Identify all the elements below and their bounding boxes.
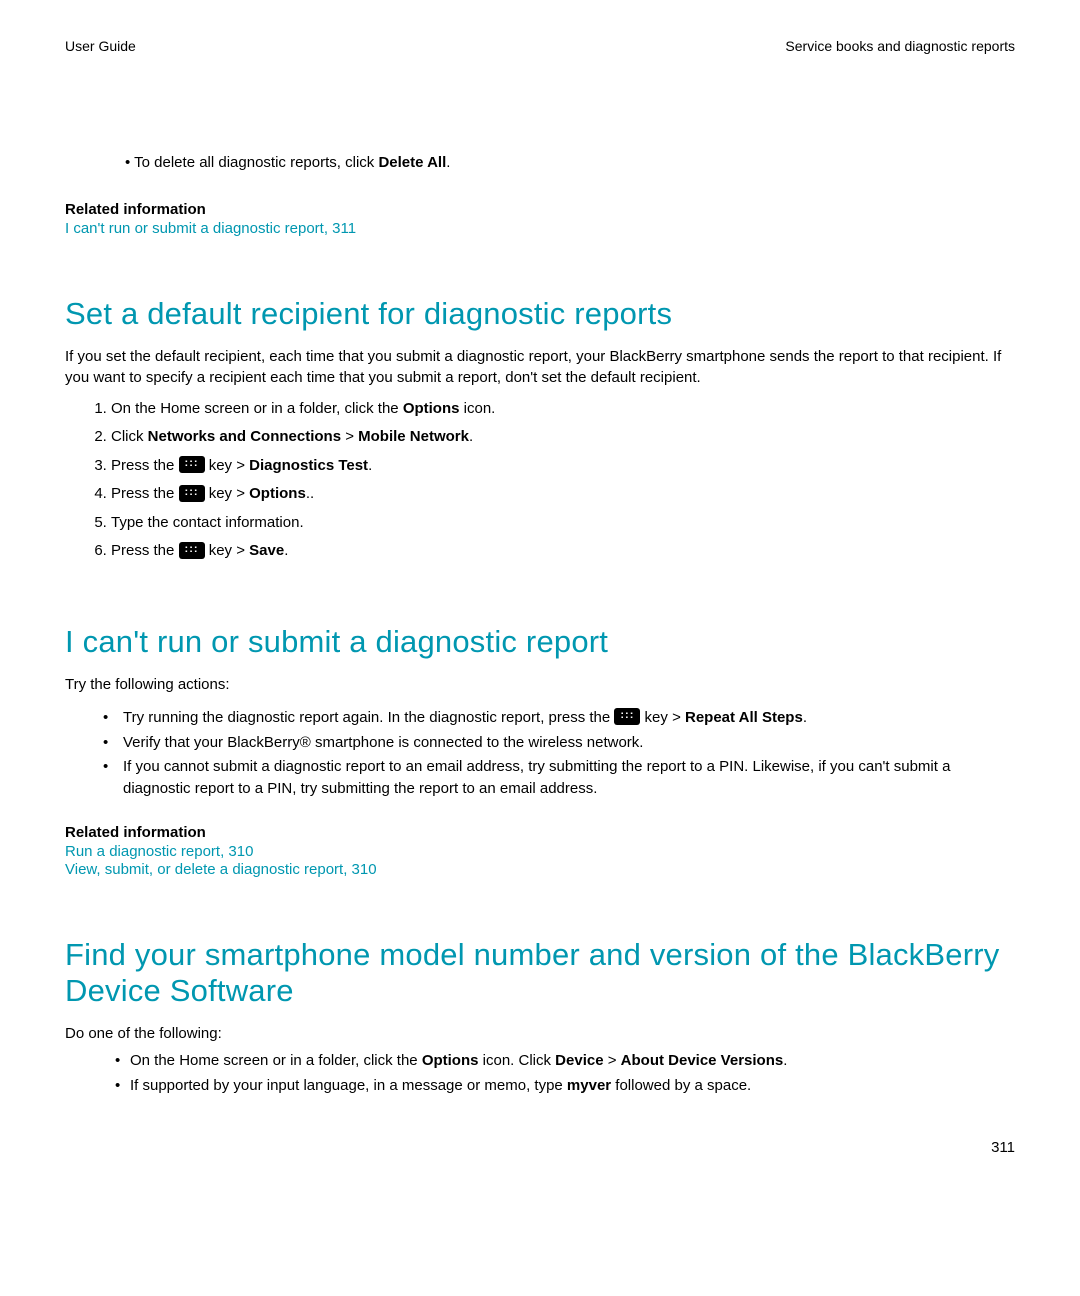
blackberry-key-icon xyxy=(179,542,205,559)
top-bullet-item: To delete all diagnostic reports, click … xyxy=(125,154,1015,171)
page-number: 311 xyxy=(991,1139,1015,1156)
step-item: Type the contact information. xyxy=(111,509,1015,538)
step-item: Press the key > Diagnostics Test. xyxy=(111,452,1015,481)
related-info-block: Related information Run a diagnostic rep… xyxy=(65,824,1015,879)
step-item: On the Home screen or in a folder, click… xyxy=(111,395,1015,424)
list-item: On the Home screen or in a folder, click… xyxy=(115,1050,1015,1072)
related-link[interactable]: Run a diagnostic report, 310 xyxy=(65,843,253,860)
list-item: Try running the diagnostic report again.… xyxy=(103,707,1015,729)
section1-steps: On the Home screen or in a folder, click… xyxy=(81,395,1015,566)
section2-intro: Try the following actions: xyxy=(65,674,1015,695)
related-heading: Related information xyxy=(65,824,1015,841)
section-heading: I can't run or submit a diagnostic repor… xyxy=(65,624,1015,660)
page-header: User Guide Service books and diagnostic … xyxy=(65,38,1015,54)
section3-intro: Do one of the following: xyxy=(65,1023,1015,1044)
related-link[interactable]: View, submit, or delete a diagnostic rep… xyxy=(65,861,377,878)
header-left: User Guide xyxy=(65,38,136,54)
related-info-block: Related information I can't run or submi… xyxy=(65,201,1015,238)
section1-intro: If you set the default recipient, each t… xyxy=(65,346,1015,389)
section2-bullets: Try running the diagnostic report again.… xyxy=(65,707,1015,800)
section3-bullets: On the Home screen or in a folder, click… xyxy=(65,1050,1015,1097)
related-link[interactable]: I can't run or submit a diagnostic repor… xyxy=(65,220,356,237)
section-heading: Set a default recipient for diagnostic r… xyxy=(65,296,1015,332)
list-item: Verify that your BlackBerry® smartphone … xyxy=(103,732,1015,754)
blackberry-key-icon xyxy=(614,708,640,725)
step-item: Press the key > Save. xyxy=(111,537,1015,566)
blackberry-key-icon xyxy=(179,485,205,502)
related-heading: Related information xyxy=(65,201,1015,218)
header-right: Service books and diagnostic reports xyxy=(785,38,1015,54)
section-heading: Find your smartphone model number and ve… xyxy=(65,937,1015,1009)
step-item: Click Networks and Connections > Mobile … xyxy=(111,423,1015,452)
list-item: If supported by your input language, in … xyxy=(115,1075,1015,1097)
list-item: If you cannot submit a diagnostic report… xyxy=(103,756,1015,800)
blackberry-key-icon xyxy=(179,456,205,473)
step-item: Press the key > Options.. xyxy=(111,480,1015,509)
